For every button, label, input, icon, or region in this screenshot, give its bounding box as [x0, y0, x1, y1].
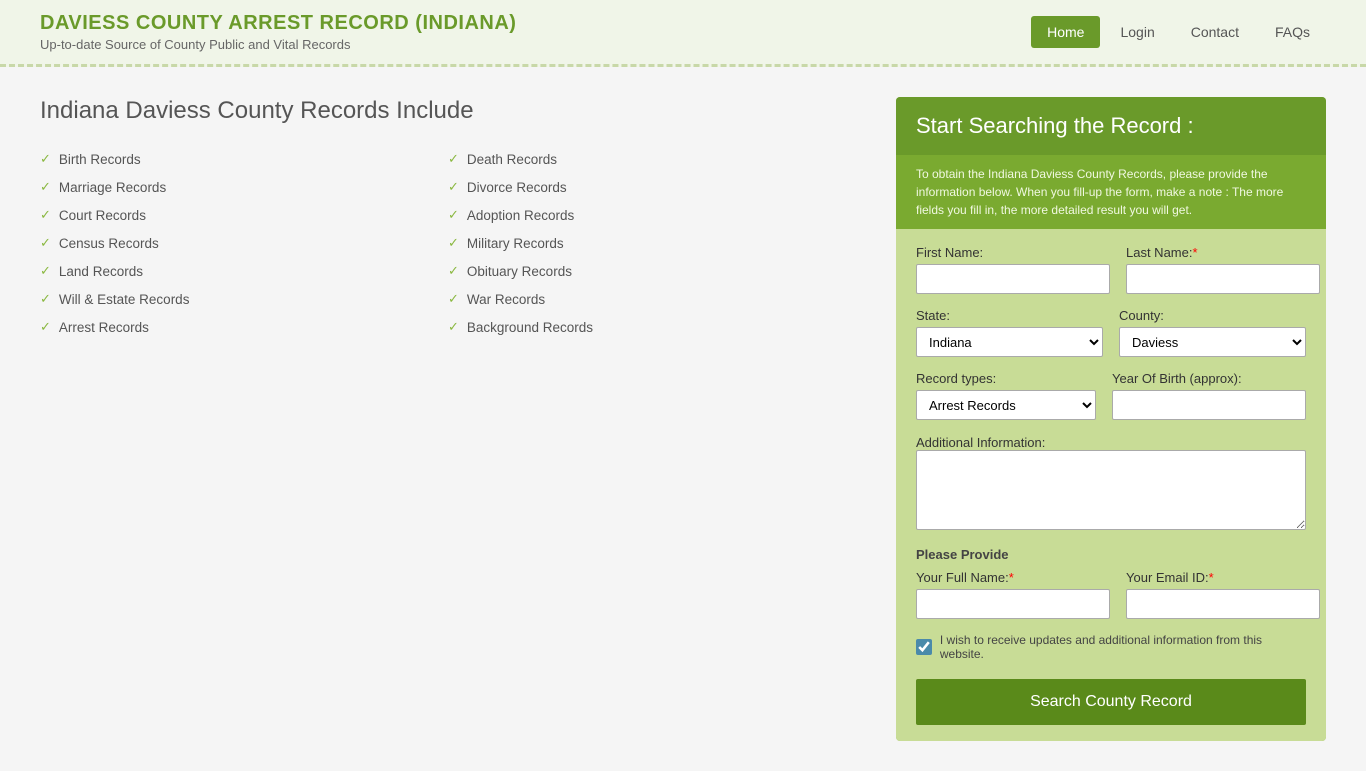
email-input[interactable]	[1126, 589, 1320, 619]
list-item: ✓Death Records	[448, 145, 856, 173]
list-item: ✓Court Records	[40, 201, 448, 229]
list-item: ✓Birth Records	[40, 145, 448, 173]
check-icon: ✓	[448, 291, 459, 307]
additional-info-group: Additional Information:	[916, 434, 1306, 533]
additional-info-label: Additional Information:	[916, 435, 1045, 450]
main-nav: Home Login Contact FAQs	[1031, 16, 1326, 48]
check-icon: ✓	[40, 319, 51, 335]
form-header: Start Searching the Record :	[896, 97, 1326, 155]
list-item: ✓Divorce Records	[448, 173, 856, 201]
record-year-row: Record types: Arrest Records Birth Recor…	[916, 371, 1306, 420]
nav-faqs[interactable]: FAQs	[1259, 16, 1326, 48]
year-of-birth-group: Year Of Birth (approx):	[1112, 371, 1306, 420]
year-of-birth-label: Year Of Birth (approx):	[1112, 371, 1306, 386]
record-types-label: Record types:	[916, 371, 1096, 386]
nav-login[interactable]: Login	[1104, 16, 1170, 48]
full-name-input[interactable]	[916, 589, 1110, 619]
check-icon: ✓	[448, 235, 459, 251]
checkbox-row: I wish to receive updates and additional…	[916, 633, 1306, 661]
name-row: First Name: Last Name:*	[916, 245, 1306, 294]
email-group: Your Email ID:*	[1126, 570, 1320, 619]
additional-info-textarea[interactable]	[916, 450, 1306, 530]
header: DAVIESS COUNTY ARREST RECORD (INDIANA) U…	[0, 0, 1366, 67]
check-icon: ✓	[448, 179, 459, 195]
record-types-select[interactable]: Arrest Records Birth Records Death Recor…	[916, 390, 1096, 420]
form-title: Start Searching the Record :	[916, 113, 1306, 139]
full-name-group: Your Full Name:*	[916, 570, 1110, 619]
check-icon: ✓	[40, 179, 51, 195]
check-icon: ✓	[40, 235, 51, 251]
site-title: DAVIESS COUNTY ARREST RECORD (INDIANA)	[40, 12, 516, 35]
left-panel: Indiana Daviess County Records Include ✓…	[40, 97, 856, 741]
right-panel: Start Searching the Record : To obtain t…	[896, 97, 1326, 741]
state-select[interactable]: Indiana Ohio Illinois Kentucky	[916, 327, 1103, 357]
check-icon: ✓	[448, 151, 459, 167]
check-icon: ✓	[40, 291, 51, 307]
list-item: ✓Military Records	[448, 229, 856, 257]
record-types-group: Record types: Arrest Records Birth Recor…	[916, 371, 1096, 420]
newsletter-checkbox[interactable]	[916, 639, 932, 655]
list-item: ✓Obituary Records	[448, 257, 856, 285]
list-item: ✓Land Records	[40, 257, 448, 285]
list-item: ✓Background Records	[448, 313, 856, 341]
last-name-label: Last Name:*	[1126, 245, 1320, 260]
search-county-record-button[interactable]: Search County Record	[916, 679, 1306, 725]
last-name-group: Last Name:*	[1126, 245, 1320, 294]
contact-row: Your Full Name:* Your Email ID:*	[916, 570, 1306, 619]
list-item: ✓Marriage Records	[40, 173, 448, 201]
section-title: Indiana Daviess County Records Include	[40, 97, 856, 125]
check-icon: ✓	[448, 263, 459, 279]
year-of-birth-input[interactable]	[1112, 390, 1306, 420]
form-body: First Name: Last Name:* State:	[896, 229, 1326, 741]
check-icon: ✓	[448, 207, 459, 223]
records-col-left: ✓Birth Records✓Marriage Records✓Court Re…	[40, 145, 448, 341]
first-name-group: First Name:	[916, 245, 1110, 294]
last-name-required: *	[1192, 245, 1197, 260]
form-description: To obtain the Indiana Daviess County Rec…	[896, 155, 1326, 229]
list-item: ✓War Records	[448, 285, 856, 313]
list-item: ✓Adoption Records	[448, 201, 856, 229]
nav-home[interactable]: Home	[1031, 16, 1100, 48]
list-item: ✓Will & Estate Records	[40, 285, 448, 313]
email-label: Your Email ID:*	[1126, 570, 1320, 585]
check-icon: ✓	[40, 151, 51, 167]
list-item: ✓Arrest Records	[40, 313, 448, 341]
check-icon: ✓	[40, 207, 51, 223]
county-group: County: Daviess Marion Hamilton Allen	[1119, 308, 1306, 357]
first-name-input[interactable]	[916, 264, 1110, 294]
nav-contact[interactable]: Contact	[1175, 16, 1255, 48]
first-name-label: First Name:	[916, 245, 1110, 260]
last-name-input[interactable]	[1126, 264, 1320, 294]
full-name-label: Your Full Name:*	[916, 570, 1110, 585]
records-grid: ✓Birth Records✓Marriage Records✓Court Re…	[40, 145, 856, 341]
records-col-right: ✓Death Records✓Divorce Records✓Adoption …	[448, 145, 856, 341]
main-content: Indiana Daviess County Records Include ✓…	[0, 67, 1366, 771]
county-label: County:	[1119, 308, 1306, 323]
checkbox-label: I wish to receive updates and additional…	[940, 633, 1306, 661]
check-icon: ✓	[448, 319, 459, 335]
state-label: State:	[916, 308, 1103, 323]
search-form: Start Searching the Record : To obtain t…	[896, 97, 1326, 741]
please-provide-label: Please Provide	[916, 547, 1306, 562]
state-county-row: State: Indiana Ohio Illinois Kentucky Co…	[916, 308, 1306, 357]
county-select[interactable]: Daviess Marion Hamilton Allen	[1119, 327, 1306, 357]
header-branding: DAVIESS COUNTY ARREST RECORD (INDIANA) U…	[40, 12, 516, 52]
check-icon: ✓	[40, 263, 51, 279]
state-group: State: Indiana Ohio Illinois Kentucky	[916, 308, 1103, 357]
list-item: ✓Census Records	[40, 229, 448, 257]
site-subtitle: Up-to-date Source of County Public and V…	[40, 37, 516, 52]
